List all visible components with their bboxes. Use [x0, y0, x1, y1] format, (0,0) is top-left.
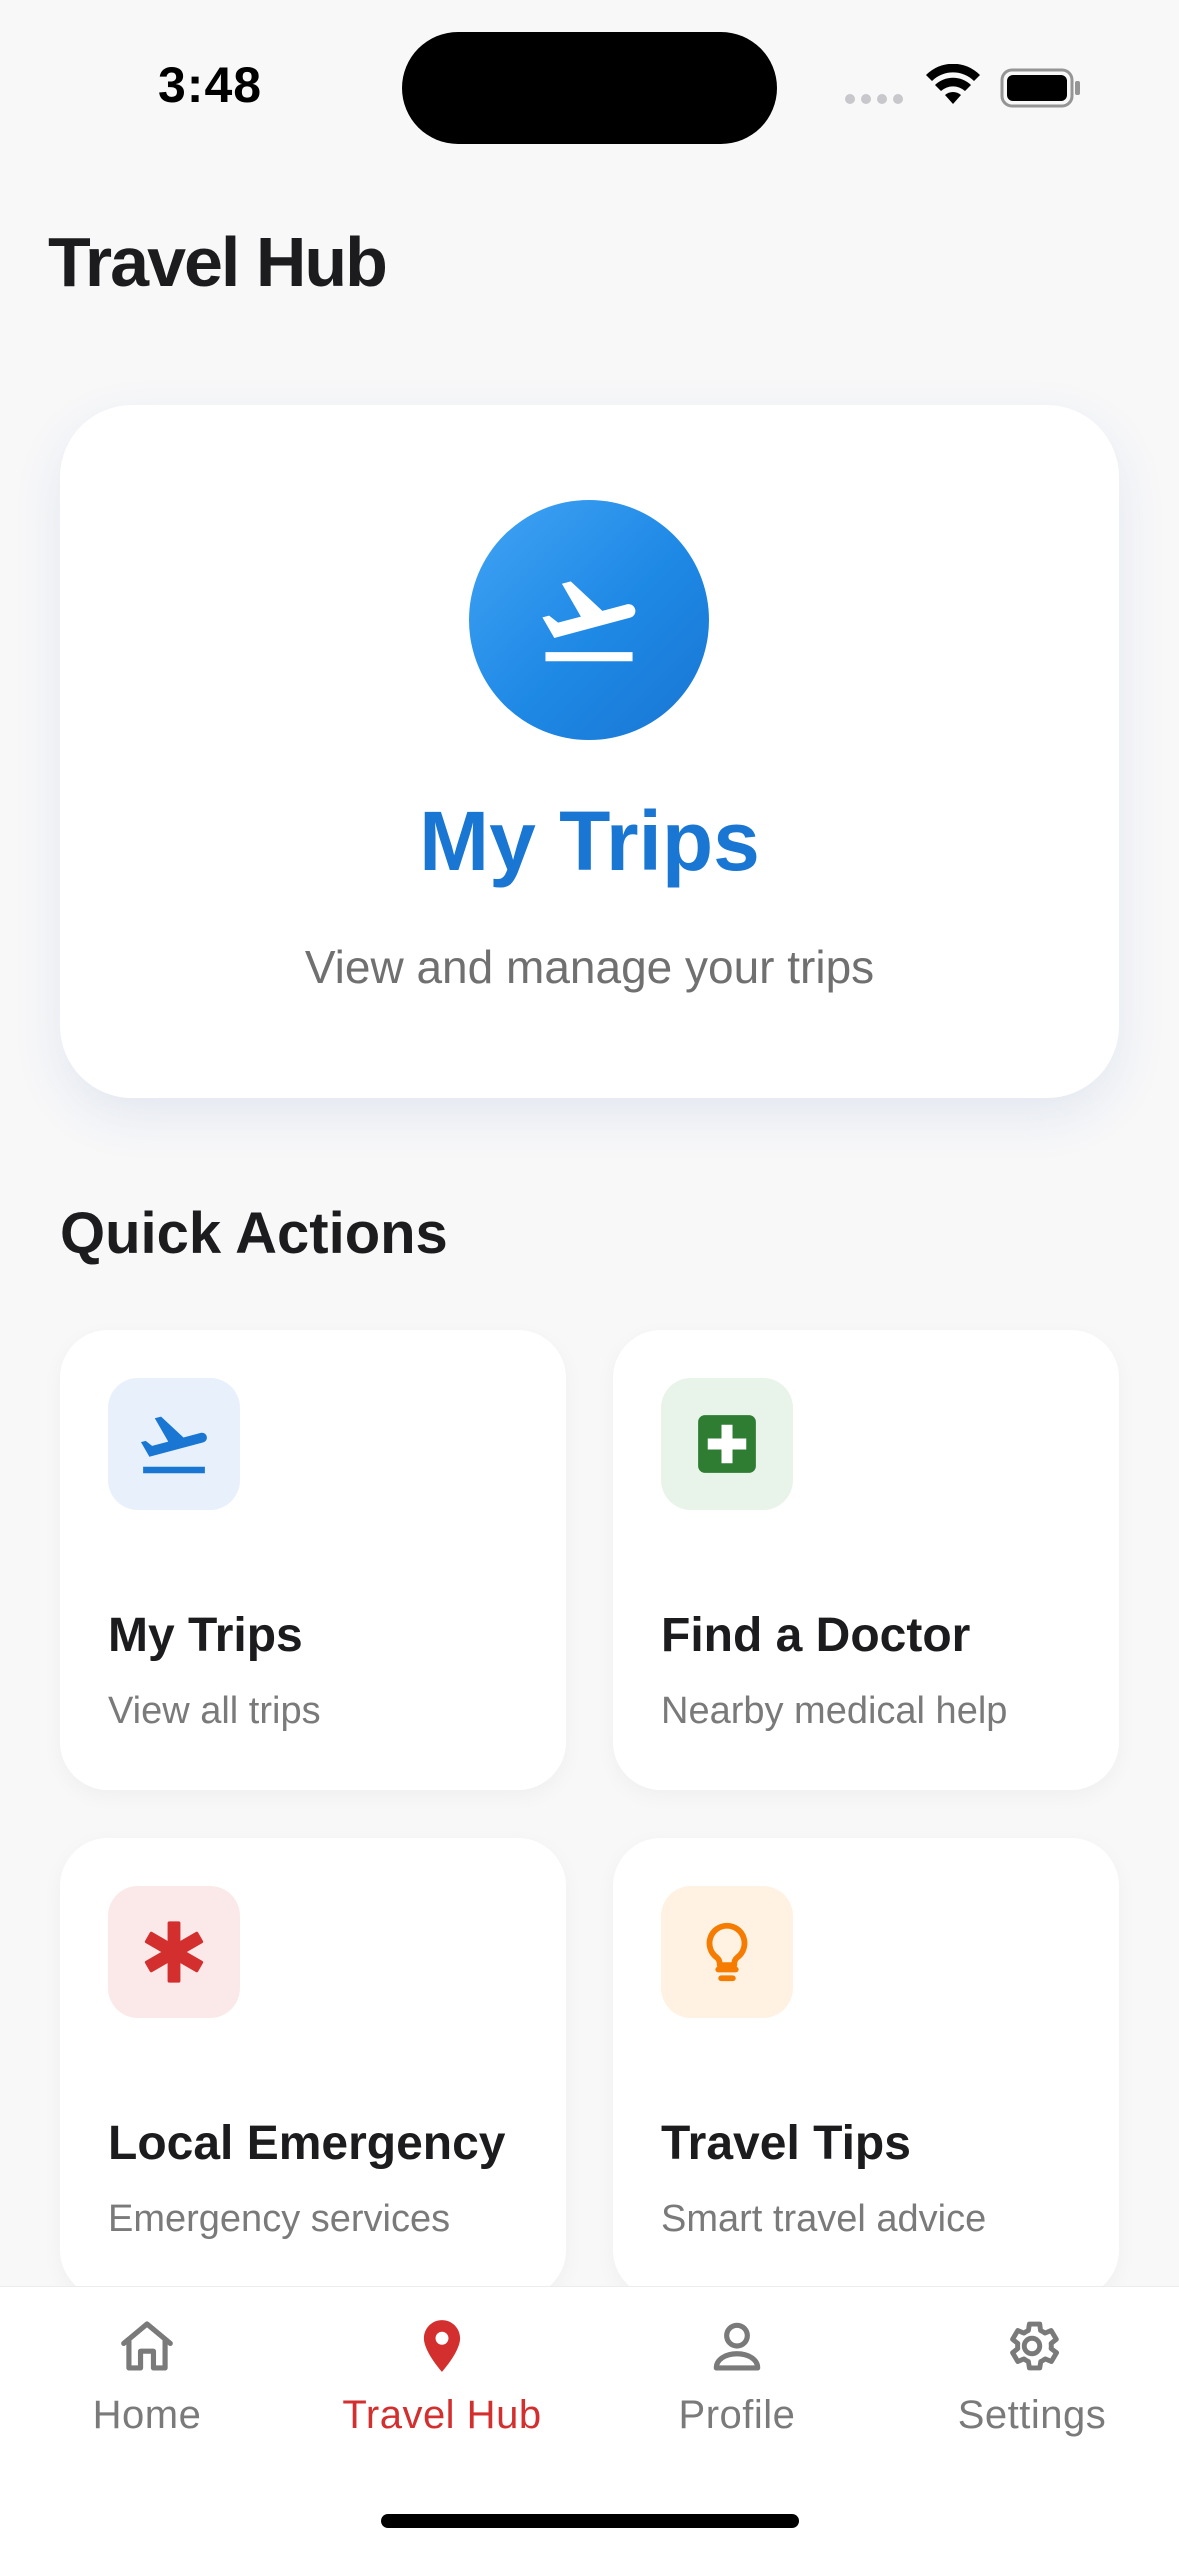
tab-profile[interactable]: Profile [590, 2311, 884, 2471]
quick-action-local-emergency[interactable]: Local Emergency Emergency services [60, 1838, 566, 2298]
emergency-asterisk-icon [144, 1921, 204, 1983]
dynamic-island [402, 32, 777, 144]
action-title: Travel Tips [661, 2117, 911, 2170]
hero-icon-circle [469, 500, 709, 740]
action-title: Local Emergency [108, 2117, 506, 2170]
action-icon-box [661, 1378, 793, 1510]
quick-action-my-trips[interactable]: My Trips View all trips [60, 1330, 566, 1790]
quick-action-travel-tips[interactable]: Travel Tips Smart travel advice [613, 1838, 1119, 2298]
tab-settings[interactable]: Settings [885, 2311, 1179, 2471]
home-icon [112, 2311, 182, 2381]
tab-travel-hub[interactable]: Travel Hub [295, 2311, 589, 2471]
action-subtitle: View all trips [108, 1690, 321, 1732]
action-title: My Trips [108, 1609, 303, 1662]
action-subtitle: Nearby medical help [661, 1690, 1008, 1732]
action-icon-box [108, 1378, 240, 1510]
quick-action-find-a-doctor[interactable]: Find a Doctor Nearby medical help [613, 1330, 1119, 1790]
status-time: 3:48 [158, 57, 263, 113]
travel-hub-screen: 3:48 Travel Hub My Trips View and manage… [0, 0, 1179, 2556]
hero-subtitle: View and manage your trips [304, 941, 875, 993]
battery-icon [1000, 68, 1080, 108]
gear-icon [997, 2311, 1067, 2381]
wifi-icon [926, 64, 980, 104]
status-bar: 3:48 [0, 0, 1179, 150]
location-pin-icon [407, 2311, 477, 2381]
medical-cross-icon [698, 1415, 756, 1473]
tab-label: Home [92, 2393, 202, 2437]
quick-actions-heading: Quick Actions [60, 1201, 448, 1266]
tab-label: Settings [957, 2393, 1107, 2437]
hero-title: My Trips [419, 794, 760, 888]
airplane-departure-icon [140, 1416, 207, 1474]
cellular-signal-icon [845, 94, 903, 104]
lightbulb-icon [706, 1922, 748, 1982]
action-title: Find a Doctor [661, 1609, 971, 1662]
tab-home[interactable]: Home [0, 2311, 294, 2471]
person-icon [702, 2311, 772, 2381]
tab-label: Travel Hub [342, 2393, 542, 2437]
tab-label: Profile [678, 2393, 796, 2437]
action-icon-box [661, 1886, 793, 2018]
my-trips-hero-card[interactable]: My Trips View and manage your trips [60, 405, 1119, 1098]
action-icon-box [108, 1886, 240, 2018]
airplane-departure-icon [542, 581, 636, 662]
action-subtitle: Smart travel advice [661, 2198, 987, 2240]
action-subtitle: Emergency services [108, 2198, 451, 2240]
home-indicator[interactable] [381, 2514, 799, 2528]
page-title: Travel Hub [48, 223, 388, 301]
